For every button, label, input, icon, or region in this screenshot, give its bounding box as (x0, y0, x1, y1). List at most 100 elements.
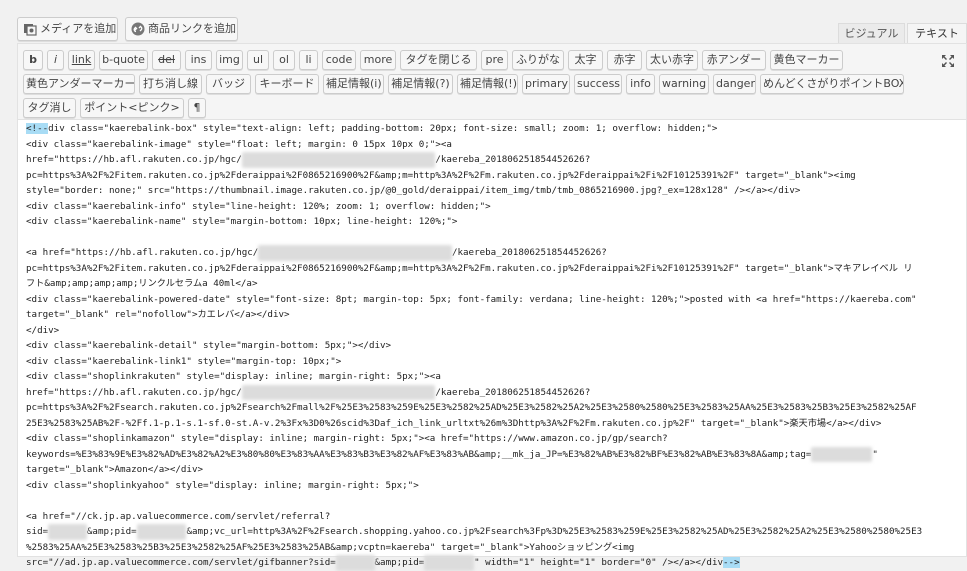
qt-ol-button[interactable]: ol (273, 50, 295, 70)
code-text: <div class="shoplinkrakuten" style="disp… (26, 371, 441, 382)
qt-del-button[interactable]: del (152, 50, 181, 70)
qt-ins-button[interactable]: ins (185, 50, 212, 70)
code-text: </div> (26, 324, 60, 336)
code-line: <!--div class="kaerebalink-box" style="t… (26, 121, 961, 137)
selection-highlight: <!-- (26, 123, 49, 134)
qt-remove-tags-button[interactable]: タグ消し (23, 98, 76, 118)
qt-point-box-button[interactable]: めんどくさがりポイントBOX (760, 74, 904, 94)
qt-img-button[interactable]: img (216, 50, 243, 70)
qt-close-tags-button[interactable]: タグを閉じる (400, 50, 477, 70)
code-text: div class="kaerebalink-box" style="text-… (48, 123, 718, 134)
tab-visual-label: ビジュアル (844, 27, 899, 40)
code-text: /kaereba_201806251854452626? (435, 386, 591, 398)
qt-furigana-button[interactable]: ふりがな (512, 50, 564, 70)
qt-red-button[interactable]: 赤字 (607, 50, 642, 70)
redacted-id: xxxxxxxxx (136, 524, 187, 540)
code-line: href="https://hb.afl.rakuten.co.jp/hgc/x… (26, 152, 961, 168)
qt-strikethrough-button[interactable]: 打ち消し線 (139, 74, 202, 94)
code-text: pc=https%3A%2F%2Fitem.rakuten.co.jp%2Fde… (26, 262, 913, 274)
code-text: 25E3%2583%25AB%2F-%2Ff.1-p.1-s.1-sf.0-st… (26, 417, 882, 429)
add-product-link-button[interactable]: 商品リンクを追加 (125, 17, 238, 41)
code-text: src="//ad.jp.ap.valuecommerce.com/servle… (26, 557, 336, 568)
qt-more-button[interactable]: more (360, 50, 396, 70)
tab-text[interactable]: テキスト (907, 23, 967, 44)
tab-visual[interactable]: ビジュアル (838, 23, 905, 44)
redacted-id: xxxxxxx (335, 555, 375, 571)
qt-danger-button[interactable]: danger (713, 74, 756, 94)
qt-pre-button[interactable]: pre (481, 50, 508, 70)
code-text: <div class="kaerebalink-info" style="lin… (26, 200, 491, 212)
code-line: <div class="shoplinkrakuten" style="disp… (26, 369, 961, 385)
qt-yellow-marker-button[interactable]: 黄色マーカー (770, 50, 843, 70)
code-text: %2583%25AA%25E3%2583%25B3%25E3%2582%25AF… (26, 541, 635, 553)
qt-b-button[interactable]: b (23, 50, 43, 70)
code-text: pc=https%3A%2F%2Fitem.rakuten.co.jp%2Fde… (26, 169, 856, 181)
code-content[interactable]: <!--div class="kaerebalink-box" style="t… (26, 121, 961, 571)
code-line: sid=xxxxxxx&amp;pid=xxxxxxxxx&amp;vc_url… (26, 524, 961, 540)
redacted-id: xxxxxxx (48, 524, 87, 540)
qt-note-exclaim-button[interactable]: 補足情報(!) (457, 74, 518, 94)
code-text: フト&amp;amp;amp;amp;リンクルセラムa 40ml</a> (26, 278, 258, 289)
code-text: <div class="kaerebalink-image" style="fl… (26, 138, 452, 150)
code-text: <div class="shoplinkamazon" style="displ… (26, 433, 668, 444)
qt-badge-button[interactable]: バッジ (206, 74, 251, 94)
qt-i-button[interactable]: i (47, 50, 64, 70)
qt-red-underline-button[interactable]: 赤アンダー (702, 50, 766, 70)
qt-pilcrow-button[interactable]: ¶ (188, 98, 206, 118)
code-line: keywords=%E3%83%9E%E3%82%AD%E3%82%A2%E3%… (26, 446, 961, 462)
code-line: 25E3%2583%25AB%2F-%2Ff.1-p.1-s.1-sf.0-st… (26, 416, 961, 432)
qt-ul-button[interactable]: ul (247, 50, 269, 70)
qt-warning-button[interactable]: warning (659, 74, 709, 94)
code-text: /kaereba_201806251854452626? (451, 247, 607, 258)
code-line: <a href="https://hb.afl.rakuten.co.jp/hg… (26, 245, 961, 261)
code-text: pc=https%3A%2F%2Fsearch.rakuten.co.jp%2F… (26, 402, 917, 413)
redacted-id: xxxxxxxx.xxxxxxxx.xxxxxxxx.xxxxxxxx (241, 384, 436, 400)
qt-bquote-button[interactable]: b-quote (99, 50, 148, 70)
code-line: target="_blank">Amazon</a></div> (26, 462, 961, 478)
code-text: &amp;pid= (86, 526, 137, 537)
code-line: <div class="kaerebalink-image" style="fl… (26, 137, 961, 153)
add-media-label: メディアを追加 (40, 22, 117, 35)
qt-info-button[interactable]: info (626, 74, 655, 94)
add-media-button[interactable]: メディアを追加 (17, 17, 118, 41)
qt-primary-button[interactable]: primary (522, 74, 570, 94)
redacted-id: xxxxxxxxx (424, 555, 475, 571)
code-text: &amp;vc_url=http%3A%2F%2Fsearch.shopping… (186, 526, 923, 537)
code-line: <div class="kaerebalink-powered-date" st… (26, 292, 961, 308)
code-line: フト&amp;amp;amp;amp;リンクルセラムa 40ml</a> (26, 276, 961, 292)
code-text: <div class="kaerebalink-link1" style="ma… (26, 355, 342, 367)
code-text: /kaereba_201806251854452626? (435, 154, 591, 165)
code-text: <a href="//ck.jp.ap.valuecommerce.com/se… (26, 510, 331, 522)
code-line: %2583%25AA%25E3%2583%25B3%25E3%2582%25AF… (26, 540, 961, 556)
code-line: pc=https%3A%2F%2Fitem.rakuten.co.jp%2Fde… (26, 261, 961, 277)
qt-bold-button[interactable]: 太字 (568, 50, 603, 70)
code-text: " width="1" height="1" border="0" /></a>… (474, 557, 724, 568)
qt-li-button[interactable]: li (299, 50, 318, 70)
code-text: " (872, 448, 878, 460)
code-text: <div class="kaerebalink-name" style="mar… (26, 216, 458, 227)
qt-bold-red-button[interactable]: 太い赤字 (646, 50, 698, 70)
qt-point-pink-button[interactable]: ポイント<ピンク> (80, 98, 184, 118)
media-icon (24, 24, 37, 36)
code-text: <div class="kaerebalink-powered-date" st… (26, 293, 917, 305)
qt-link-button[interactable]: link (68, 50, 95, 70)
code-text: href="https://hb.afl.rakuten.co.jp/hgc/ (26, 154, 242, 165)
code-line: src="//ad.jp.ap.valuecommerce.com/servle… (26, 555, 961, 571)
qt-yellow-underline-marker-button[interactable]: 黄色アンダーマーカー (23, 74, 135, 94)
add-product-link-label: 商品リンクを追加 (148, 22, 236, 35)
qt-code-button[interactable]: code (322, 50, 356, 70)
qt-note-i-button[interactable]: 補足情報(i) (323, 74, 384, 94)
qt-success-button[interactable]: success (574, 74, 622, 94)
code-line: target="_blank" rel="nofollow">カエレバ</a><… (26, 307, 961, 323)
code-line: <div class="shoplinkamazon" style="displ… (26, 431, 961, 447)
code-line: <a href="//ck.jp.ap.valuecommerce.com/se… (26, 509, 961, 525)
qt-note-question-button[interactable]: 補足情報(?) (388, 74, 453, 94)
qt-keyboard-button[interactable]: キーボード (255, 74, 319, 94)
expand-icon[interactable] (940, 53, 956, 69)
tab-text-label: テキスト (915, 27, 959, 40)
code-line: <div class="kaerebalink-info" style="lin… (26, 199, 961, 215)
code-line: pc=https%3A%2F%2Fsearch.rakuten.co.jp%2F… (26, 400, 961, 416)
code-text: sid= (26, 526, 49, 537)
